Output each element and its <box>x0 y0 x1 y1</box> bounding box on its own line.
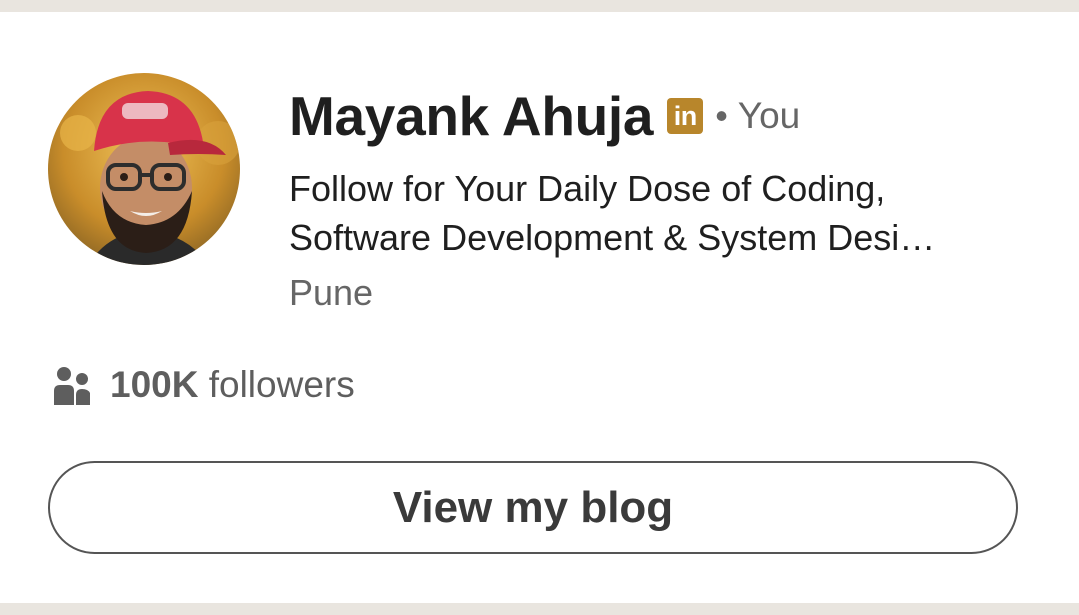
profile-location: Pune <box>289 272 374 313</box>
followers-label: followers <box>198 364 355 405</box>
headline-line: Follow for Your Daily Dose of Coding, <box>289 168 886 209</box>
linkedin-icon: in <box>667 98 704 134</box>
profile-name[interactable]: Mayank Ahuja <box>289 84 653 148</box>
people-icon <box>54 367 90 405</box>
relation-label: You <box>737 95 801 136</box>
avatar[interactable] <box>48 73 240 265</box>
followers-count: 100K <box>110 364 199 405</box>
profile-headline: Follow for Your Daily Dose of Coding, So… <box>289 164 1029 262</box>
view-blog-button[interactable]: View my blog <box>48 461 1018 554</box>
headline-line: Software Development & System Desi… <box>289 217 936 258</box>
name-row: Mayank Ahuja in • You <box>289 84 800 148</box>
followers-text: 100K followers <box>110 364 355 406</box>
separator-dot: • <box>715 95 728 136</box>
profile-card: Mayank Ahuja in • You Follow for Your Da… <box>0 12 1079 603</box>
followers-row[interactable]: 100K followers <box>52 362 355 408</box>
